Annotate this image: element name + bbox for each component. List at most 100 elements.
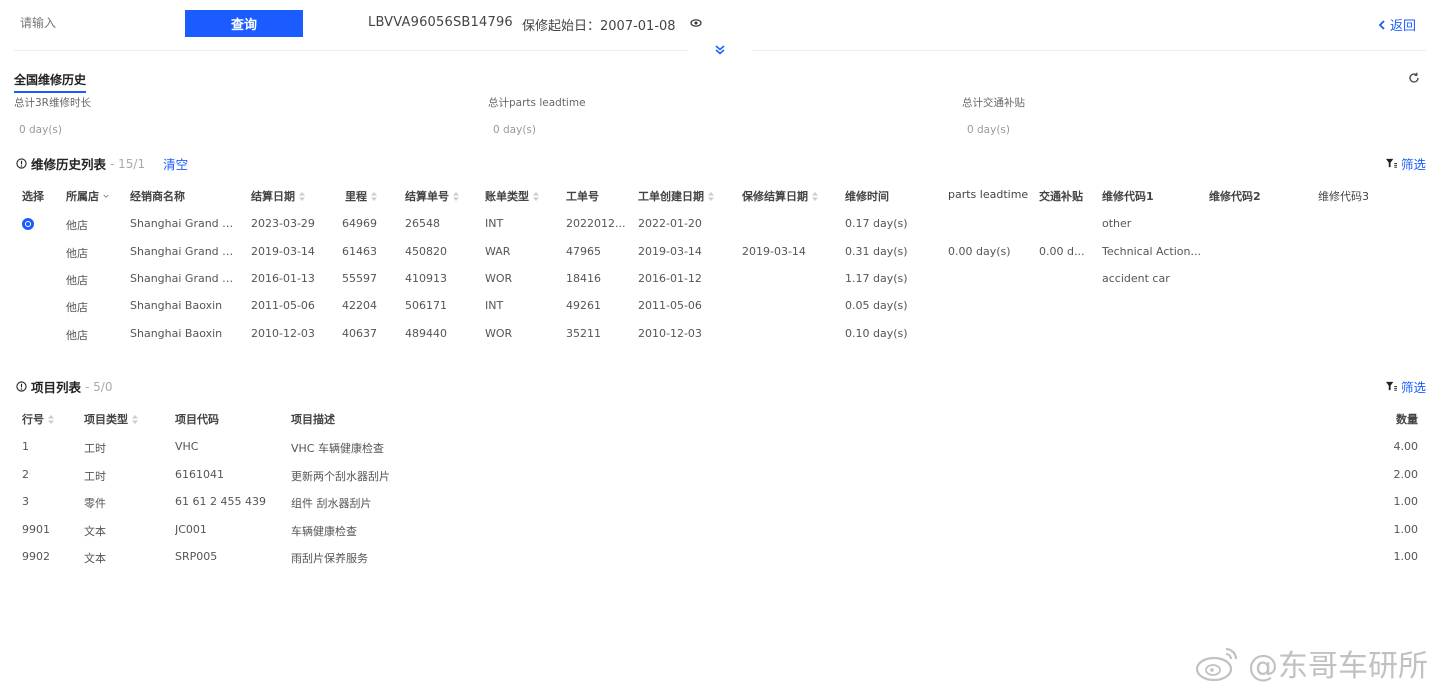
table-cell: 工时 [84,442,106,455]
back-label: 返回 [1389,19,1416,34]
history-col-label: 交通补贴 [1039,190,1083,203]
table-cell: 他店 [66,247,88,260]
items-filter-button[interactable]: 筛选 [1385,377,1426,396]
table-cell: Technical Action... [1102,245,1201,258]
history-col-header[interactable]: 账单类型 [485,188,539,204]
history-col-header: 工单号 [566,188,599,204]
table-cell: 3 [22,495,29,508]
table-cell: 2016-01-13 [251,272,315,285]
sort-icon[interactable] [533,191,539,201]
table-cell: 450820 [405,245,447,258]
table-cell: 他店 [66,274,88,287]
table-cell: accident car [1102,272,1170,285]
history-title: 维修历史列表 [31,157,107,172]
history-col-label: 维修代码2 [1209,190,1261,203]
table-cell: 雨刮片保养服务 [291,552,368,565]
items-col-label: 项目类型 [84,413,128,426]
table-cell: 1.00 [1393,523,1419,536]
sort-icon[interactable] [299,191,305,201]
table-cell: 0.05 day(s) [845,299,908,312]
sort-icon[interactable] [812,191,818,201]
items-col-header[interactable]: 项目类型 [84,411,138,427]
table-cell: Shanghai Grand B... [130,245,240,258]
table-cell: 他店 [66,329,88,342]
refresh-icon[interactable] [1408,72,1420,84]
table-cell: 文本 [84,552,106,565]
clear-button[interactable]: 清空 [163,154,188,173]
table-cell: Shanghai Baoxin [130,327,223,340]
chevron-down-icon[interactable] [103,192,109,201]
eye-icon[interactable] [690,17,702,29]
table-cell: 1.00 [1393,550,1419,563]
history-col-label: 工单号 [566,190,599,203]
history-col-header[interactable]: 结算日期 [251,188,305,204]
history-col-header[interactable]: 所属店 [66,188,109,204]
history-col-label: 工单创建日期 [638,190,704,203]
table-cell: 506171 [405,299,447,312]
history-col-label: 保修结算日期 [742,190,808,203]
table-cell: 489440 [405,327,447,340]
table-cell: 2.00 [1393,468,1419,481]
history-col-header[interactable]: 保修结算日期 [742,188,818,204]
table-cell: 2016-01-12 [638,272,702,285]
sort-icon[interactable] [48,414,54,424]
table-cell: 1.00 [1393,495,1419,508]
table-cell: 2010-12-03 [251,327,315,340]
table-cell: 工时 [84,470,106,483]
stat-traffic-subsidy: 总计交通补贴 0 day(s) [962,95,1025,136]
back-link[interactable]: 返回 [1378,15,1416,34]
vin-search-input[interactable] [20,12,170,34]
table-cell: Shanghai Baoxin [130,299,223,312]
table-cell: INT [485,299,504,312]
items-col-label: 项目描述 [291,413,335,426]
chevron-left-icon [1378,19,1385,30]
table-cell: 35211 [566,327,601,340]
warranty-start-text: 保修起始日：2007-01-08 [522,19,676,34]
table-cell: 0.31 day(s) [845,245,908,258]
table-cell: VHC [175,440,199,453]
items-col-header[interactable]: 行号 [22,411,54,427]
sort-icon[interactable] [132,414,138,424]
sort-icon[interactable] [371,191,377,201]
table-cell: Shanghai Grand B... [130,217,240,230]
history-col-label: parts leadtime [948,188,1029,201]
history-col-label: 维修代码3 [1318,190,1369,203]
history-col-header: 选择 [22,188,44,204]
tab-national-history[interactable]: 全国维修历史 [14,71,87,93]
stat-parts-leadtime: 总计parts leadtime 0 day(s) [488,95,586,136]
stat-3r-repair-time: 总计3R维修时长 0 day(s) [14,95,91,136]
watermark-text: @东哥车研所 [1248,649,1428,684]
history-col-label: 里程 [345,190,367,203]
table-cell: JC001 [175,523,207,536]
table-cell: WOR [485,272,513,285]
sort-icon[interactable] [453,191,459,201]
table-cell: 0.00 d... [1039,245,1085,258]
row-select-radio[interactable] [22,218,34,230]
history-col-header[interactable]: 结算单号 [405,188,459,204]
history-filter-button[interactable]: 筛选 [1385,154,1426,173]
history-col-label: 结算日期 [251,190,295,203]
items-col-header: 数量 [1380,411,1418,427]
history-col-header: parts leadtime [948,188,1028,201]
history-count: - 15/1 [110,156,146,171]
table-cell: 2011-05-06 [638,299,702,312]
info-icon [16,158,27,169]
table-cell: 2010-12-03 [638,327,702,340]
stat-value: 0 day(s) [967,124,1010,136]
table-cell: 1.17 day(s) [845,272,908,285]
double-chevron-down-icon[interactable] [714,44,726,56]
table-cell: 9902 [22,550,50,563]
history-col-header[interactable]: 工单创建日期 [638,188,714,204]
history-section-header: 维修历史列表 - 15/1 清空 [16,154,188,173]
history-col-header[interactable]: 里程 [345,188,377,204]
items-col-label: 行号 [22,413,44,426]
table-cell: other [1102,217,1132,230]
table-cell: 47965 [566,245,601,258]
table-cell: 2011-05-06 [251,299,315,312]
table-cell: 组件 刮水器刮片 [291,497,372,510]
sort-icon[interactable] [708,191,714,201]
query-button[interactable]: 查询 [185,10,303,37]
table-cell: 他店 [66,301,88,314]
table-cell: 49261 [566,299,601,312]
table-cell: WOR [485,327,513,340]
